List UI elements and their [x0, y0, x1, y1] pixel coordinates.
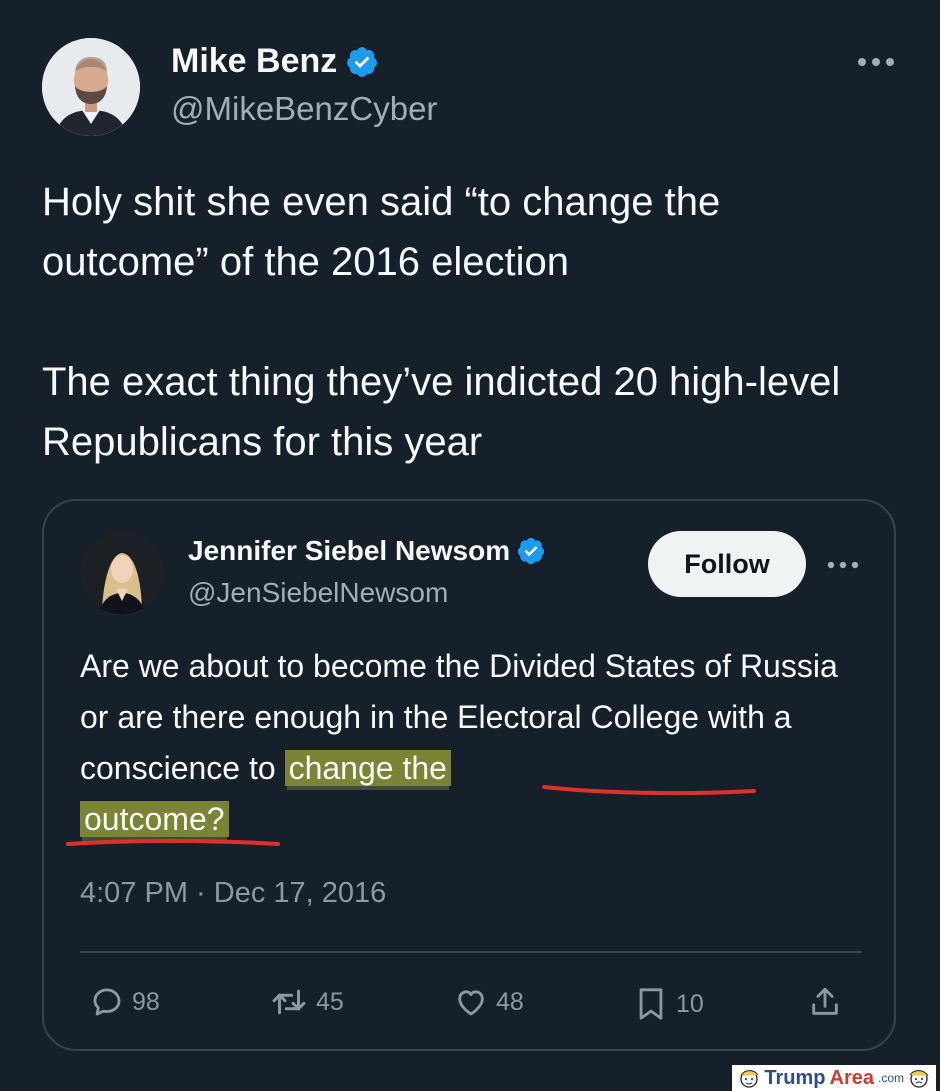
tweet-screenshot: Mike Benz @MikeBenzCyber Holy shit she e… — [0, 0, 940, 1091]
author-portrait-icon — [42, 38, 140, 136]
author-name-row: Mike Benz — [171, 42, 379, 81]
reply-count: 98 — [132, 987, 160, 1016]
repost-arrows-icon — [272, 989, 306, 1015]
quoted-author-portrait-icon — [80, 531, 164, 615]
verified-badge-icon — [517, 537, 545, 565]
quoted-author-handle[interactable]: @JenSiebelNewsom — [188, 577, 448, 609]
bookmark-button[interactable]: 10 — [634, 985, 704, 1023]
quoted-author-name-row: Jennifer Siebel Newsom — [188, 535, 546, 567]
more-horizontal-icon[interactable] — [826, 555, 860, 575]
watermark-text-area: Area — [829, 1066, 874, 1089]
caricature-face-icon — [909, 1070, 929, 1088]
quoted-author-name[interactable]: Jennifer Siebel Newsom — [188, 535, 510, 567]
author-avatar[interactable] — [42, 38, 140, 136]
quoted-tweet-text: Are we about to become the Divided State… — [80, 641, 840, 845]
site-watermark: Trump Area .com — [732, 1065, 936, 1091]
repost-button[interactable]: 45 — [270, 985, 344, 1019]
like-count: 48 — [496, 987, 524, 1016]
bookmark-icon — [639, 988, 663, 1020]
highlighted-phrase: change the — [284, 750, 451, 786]
share-button[interactable] — [808, 985, 842, 1019]
follow-button[interactable]: Follow — [648, 531, 806, 597]
reply-button[interactable]: 98 — [90, 985, 160, 1019]
caricature-face-icon — [740, 1070, 759, 1088]
share-upload-icon — [812, 987, 838, 1015]
divider — [80, 951, 862, 953]
more-horizontal-icon[interactable] — [856, 50, 896, 74]
author-name[interactable]: Mike Benz — [171, 42, 337, 81]
quoted-tweet-timestamp[interactable]: 4:07 PM · Dec 17, 2016 — [80, 877, 386, 910]
verified-badge-icon — [347, 46, 378, 77]
quoted-tweet-card[interactable]: Jennifer Siebel Newsom @JenSiebelNewsom … — [42, 499, 896, 1051]
heart-icon — [458, 990, 484, 1016]
quoted-author-avatar[interactable] — [80, 531, 164, 615]
quoted-text-plain: Are we about to become the Divided State… — [80, 648, 838, 786]
bookmark-count: 10 — [676, 989, 704, 1018]
repost-count: 45 — [316, 987, 344, 1016]
watermark-text-com: .com — [877, 1071, 904, 1085]
highlighted-phrase: outcome? — [80, 801, 229, 837]
reply-bubble-icon — [93, 988, 121, 1016]
like-button[interactable]: 48 — [454, 985, 524, 1019]
author-handle[interactable]: @MikeBenzCyber — [171, 90, 437, 128]
tweet-text: Holy shit she even said “to change the o… — [42, 180, 841, 464]
watermark-text-trump: Trump — [764, 1066, 826, 1089]
